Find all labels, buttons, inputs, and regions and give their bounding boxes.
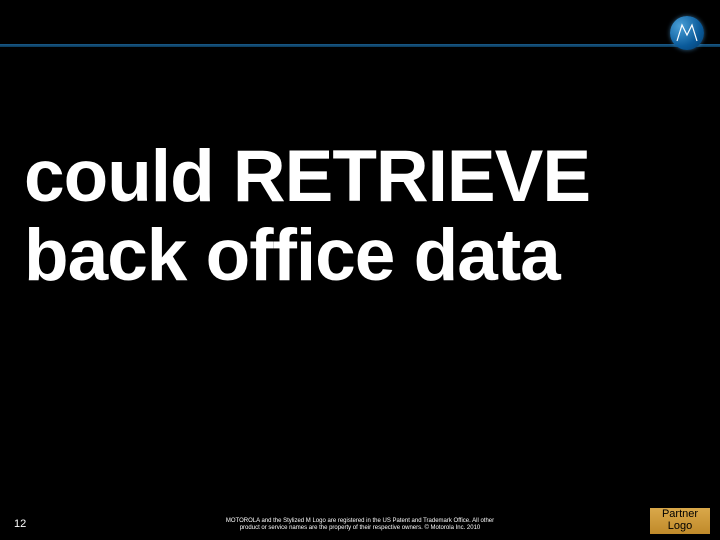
slide-container: could RETRIEVE back office data 12 MOTOR… bbox=[0, 0, 720, 540]
footer-line-2: product or service names are the propert… bbox=[240, 525, 481, 531]
page-number: 12 bbox=[14, 518, 26, 530]
footer-line-1: MOTOROLA and the Stylized M Logo are reg… bbox=[226, 518, 494, 524]
logo-circle bbox=[670, 16, 704, 50]
top-divider bbox=[0, 44, 720, 47]
slide-title: could RETRIEVE back office data bbox=[24, 138, 696, 296]
footer-copyright: MOTOROLA and the Stylized M Logo are reg… bbox=[170, 518, 550, 532]
partner-logo-placeholder: Partner Logo bbox=[650, 508, 710, 534]
partner-logo-line-2: Logo bbox=[668, 521, 692, 533]
motorola-logo bbox=[670, 16, 704, 50]
m-icon bbox=[675, 21, 699, 45]
